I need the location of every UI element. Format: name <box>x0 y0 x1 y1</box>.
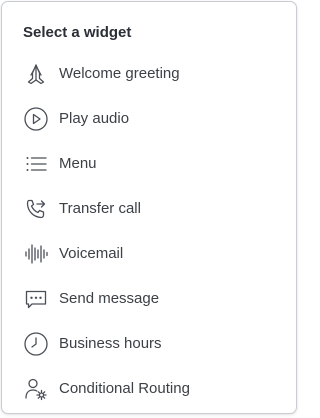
widget-item-send-message[interactable]: Send message <box>2 276 296 321</box>
widget-label: Menu <box>59 154 97 172</box>
widget-item-voicemail[interactable]: Voicemail <box>2 231 296 276</box>
widget-label: Conditional Routing <box>59 379 190 397</box>
widget-label: Play audio <box>59 109 130 127</box>
widget-item-conditional-routing[interactable]: Conditional Routing <box>2 366 296 411</box>
widget-list: Welcome greeting Play audio Menu Transfe… <box>2 51 296 411</box>
widget-label: Welcome greeting <box>59 64 180 82</box>
widget-item-transfer-call[interactable]: Transfer call <box>2 186 296 231</box>
widget-label: Send message <box>59 289 160 307</box>
widget-item-menu[interactable]: Menu <box>2 141 296 186</box>
user-gear-icon <box>23 376 49 402</box>
widget-selector-panel: Select a widget Welcome greeting Play au… <box>1 1 297 414</box>
clock-icon <box>23 331 49 357</box>
list-icon <box>23 151 49 177</box>
widget-item-business-hours[interactable]: Business hours <box>2 321 296 366</box>
phone-forward-icon <box>23 196 49 222</box>
play-circle-icon <box>23 106 49 132</box>
widget-label: Transfer call <box>59 199 141 217</box>
widget-item-welcome-greeting[interactable]: Welcome greeting <box>2 51 296 96</box>
widget-item-play-audio[interactable]: Play audio <box>2 96 296 141</box>
praying-hands-icon <box>23 61 49 87</box>
widget-label: Business hours <box>59 334 162 352</box>
message-dots-icon <box>23 286 49 312</box>
widget-label: Voicemail <box>59 244 124 262</box>
panel-title: Select a widget <box>23 24 132 41</box>
waveform-icon <box>23 241 49 267</box>
